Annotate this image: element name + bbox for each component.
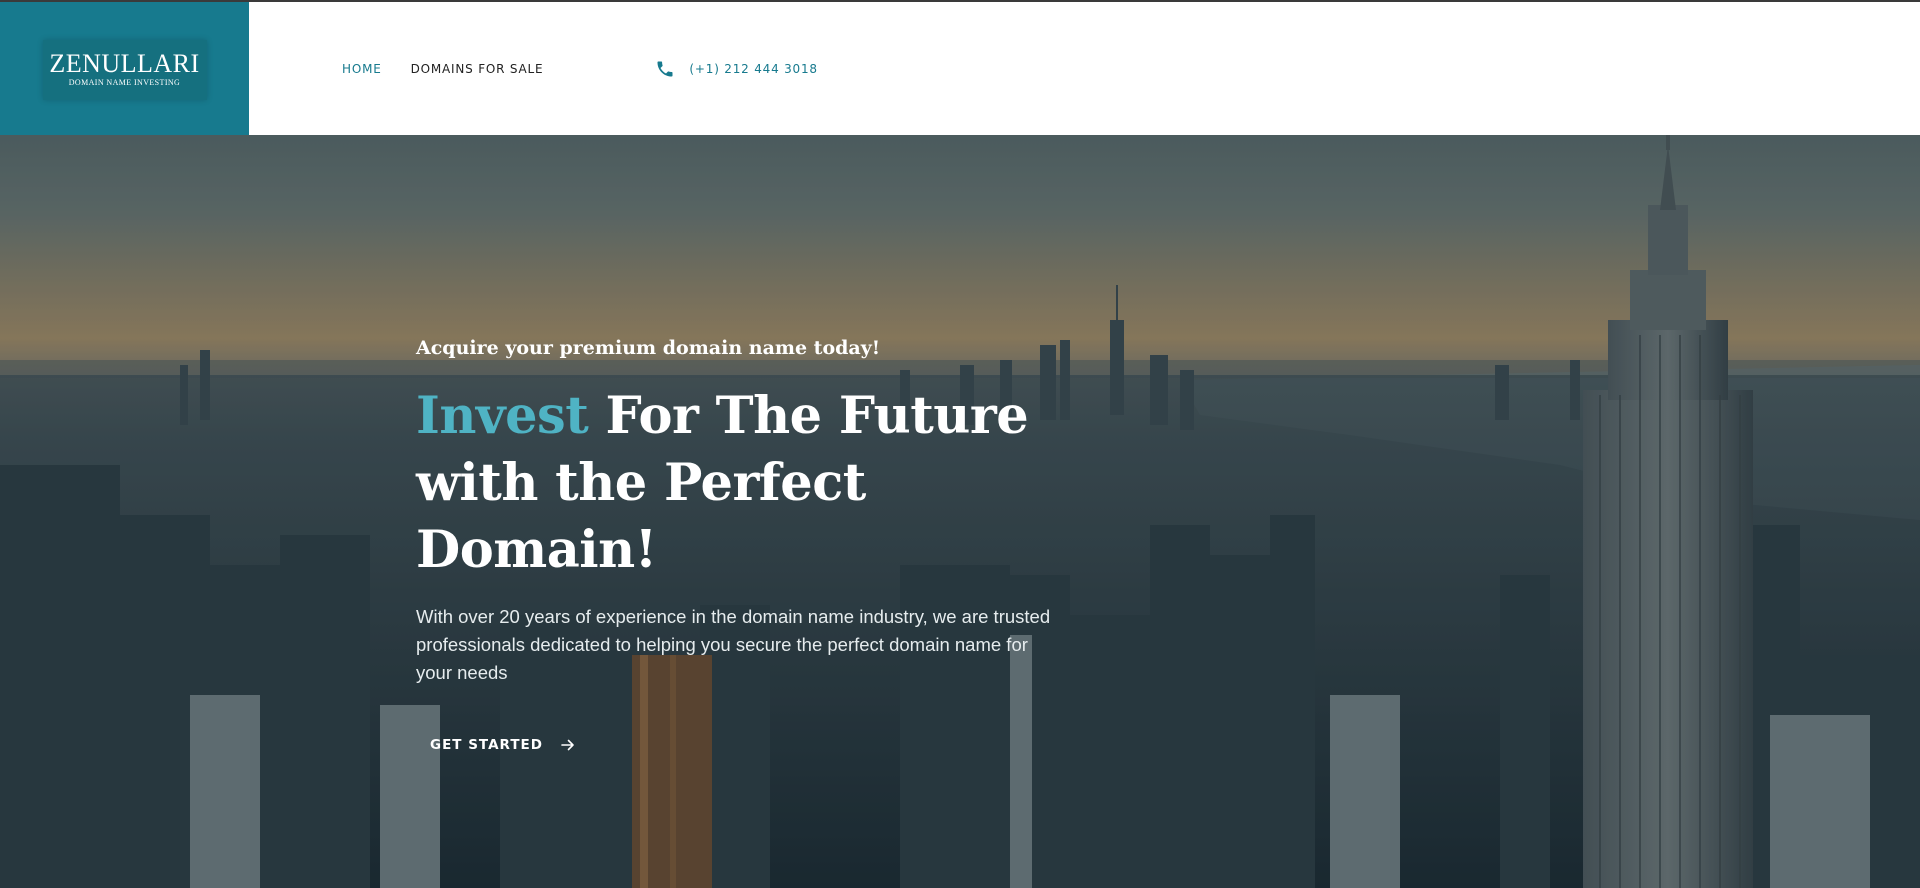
hero-title-accent: Invest <box>416 386 589 446</box>
hero-content: Acquire your premium domain name today! … <box>416 335 1096 754</box>
nav-item-home[interactable]: HOME <box>342 62 382 76</box>
get-started-button[interactable]: GET STARTED <box>430 737 575 753</box>
hero-title: Invest For The Future with the Perfect D… <box>416 383 1096 584</box>
brand-name: ZENULLARI <box>49 49 200 78</box>
phone-number-link[interactable]: (+1) 212 444 3018 <box>689 62 817 76</box>
main-nav: HOME DOMAINS FOR SALE <box>249 2 572 135</box>
site-header: ZENULLARI DOMAIN NAME INVESTING HOME DOM… <box>0 2 1920 135</box>
brand-tagline: DOMAIN NAME INVESTING <box>68 78 181 87</box>
contact-phone: (+1) 212 444 3018 <box>655 2 817 135</box>
logo-block: ZENULLARI DOMAIN NAME INVESTING <box>0 2 249 135</box>
phone-icon <box>655 59 675 79</box>
nav-item-domains-for-sale[interactable]: DOMAINS FOR SALE <box>411 62 544 76</box>
hero-eyebrow: Acquire your premium domain name today! <box>416 337 881 359</box>
arrow-right-icon <box>561 738 575 752</box>
brand-logo[interactable]: ZENULLARI DOMAIN NAME INVESTING <box>42 39 207 100</box>
get-started-label: GET STARTED <box>430 737 543 753</box>
hero-section: Acquire your premium domain name today! … <box>0 135 1920 888</box>
hero-description: With over 20 years of experience in the … <box>416 606 1051 683</box>
